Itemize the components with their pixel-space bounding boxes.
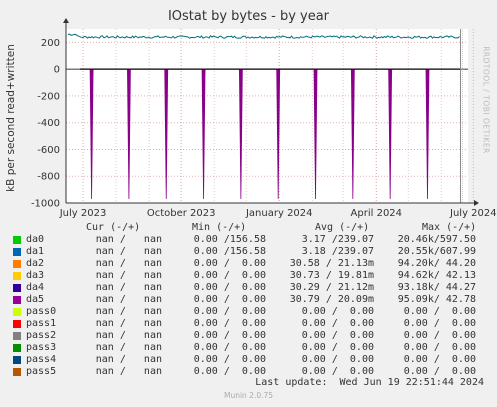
legend-row-da4: da4 nan / nan 0.00 / 0.00 30.29 / 21.12m 93.…: [0, 282, 497, 294]
legend-table: Cur (-/+) Min (-/+) Avg (-/+) Max (-/+) …: [0, 0, 497, 407]
legend-row-pass1: pass1 nan / nan 0.00 / 0.00 0.00 / 0.00 0.00…: [0, 318, 497, 330]
legend-row-da1: da1 nan / nan 0.00 /156.58 3.18 /239.07 20.5…: [0, 246, 497, 258]
legend-swatch-pass3: [13, 344, 21, 352]
legend-pass1-min: 0.00 / 0.00: [193, 318, 266, 329]
legend-swatch-pass5: [13, 368, 21, 376]
legend-da2-min: 0.00 / 0.00: [193, 258, 266, 269]
legend-pass5-max: 0.00 / 0.00: [403, 366, 476, 377]
legend-header-avg: Avg (-/+): [315, 222, 370, 233]
legend-pass1-max: 0.00 / 0.00: [403, 318, 476, 329]
legend-pass5-cur: nan / nan: [95, 366, 162, 377]
legend-pass1-avg: 0.00 / 0.00: [301, 318, 374, 329]
legend-pass4-min: 0.00 / 0.00: [193, 354, 266, 365]
legend-pass3-name: pass3: [26, 342, 57, 353]
legend-da4-max: 93.18k/ 44.27: [397, 282, 476, 293]
legend-pass0-cur: nan / nan: [95, 306, 162, 317]
legend-da3-min: 0.00 / 0.00: [193, 270, 266, 281]
legend-row-pass2: pass2 nan / nan 0.00 / 0.00 0.00 / 0.00 0.00…: [0, 330, 497, 342]
legend-da0-max: 20.46k/597.50: [397, 234, 476, 245]
legend-swatch-da5: [13, 296, 21, 304]
legend-pass3-max: 0.00 / 0.00: [403, 342, 476, 353]
legend-row-pass4: pass4 nan / nan 0.00 / 0.00 0.00 / 0.00 0.00…: [0, 354, 497, 366]
legend-pass0-min: 0.00 / 0.00: [193, 306, 266, 317]
legend-da1-avg: 3.18 /239.07: [301, 246, 374, 257]
legend-pass0-name: pass0: [26, 306, 57, 317]
legend-swatch-da0: [13, 236, 21, 244]
legend-da4-name: da4: [26, 282, 45, 293]
legend-pass2-min: 0.00 / 0.00: [193, 330, 266, 341]
legend-pass0-max: 0.00 / 0.00: [403, 306, 476, 317]
legend-header-min: Min (-/+): [192, 222, 247, 233]
legend-row-da0: da0 nan / nan 0.00 /156.58 3.17 /239.07 20.4…: [0, 234, 497, 246]
legend-pass1-name: pass1: [26, 318, 57, 329]
legend-pass2-max: 0.00 / 0.00: [403, 330, 476, 341]
legend-pass4-cur: nan / nan: [95, 354, 162, 365]
legend-pass2-avg: 0.00 / 0.00: [301, 330, 374, 341]
legend-pass3-avg: 0.00 / 0.00: [301, 342, 374, 353]
legend-pass2-name: pass2: [26, 330, 57, 341]
legend-da1-min: 0.00 /156.58: [193, 246, 266, 257]
legend-da0-name: da0: [26, 234, 45, 245]
legend-swatch-da2: [13, 260, 21, 268]
legend-pass3-cur: nan / nan: [95, 342, 162, 353]
legend-da5-avg: 30.79 / 20.09m: [289, 294, 374, 305]
legend-da5-name: da5: [26, 294, 45, 305]
legend-row-da5: da5 nan / nan 0.00 / 0.00 30.79 / 20.09m 95.…: [0, 294, 497, 306]
munin-version: Munin 2.0.75: [223, 391, 274, 400]
legend-da1-name: da1: [26, 246, 45, 257]
legend-swatch-da3: [13, 272, 21, 280]
legend-da3-avg: 30.73 / 19.81m: [289, 270, 374, 281]
legend-row-da3: da3 nan / nan 0.00 / 0.00 30.73 / 19.81m 94.…: [0, 270, 497, 282]
legend-pass3-min: 0.00 / 0.00: [193, 342, 266, 353]
legend-row-pass0: pass0 nan / nan 0.00 / 0.00 0.00 / 0.00 0.00…: [0, 306, 497, 318]
legend-pass2-cur: nan / nan: [95, 330, 162, 341]
legend-header-cur: Cur (-/+): [86, 222, 141, 233]
legend-pass4-avg: 0.00 / 0.00: [301, 354, 374, 365]
legend-da0-cur: nan / nan: [95, 234, 162, 245]
legend-da5-min: 0.00 / 0.00: [193, 294, 266, 305]
legend-da2-avg: 30.58 / 21.13m: [289, 258, 374, 269]
legend-da4-min: 0.00 / 0.00: [193, 282, 266, 293]
legend-pass1-cur: nan / nan: [95, 318, 162, 329]
legend-swatch-pass1: [13, 320, 21, 328]
legend-da3-name: da3: [26, 270, 45, 281]
legend-da3-max: 94.62k/ 42.13: [397, 270, 476, 281]
legend-da1-cur: nan / nan: [95, 246, 162, 257]
legend-da0-min: 0.00 /156.58: [193, 234, 266, 245]
legend-da3-cur: nan / nan: [95, 270, 162, 281]
legend-pass4-name: pass4: [26, 354, 57, 365]
legend-da5-cur: nan / nan: [95, 294, 162, 305]
last-update: Last update: Wed Jun 19 22:51:44 2024: [255, 377, 484, 388]
legend-da5-max: 95.09k/ 42.78: [397, 294, 476, 305]
legend-swatch-da1: [13, 248, 21, 256]
legend-swatch-pass4: [13, 356, 21, 364]
legend-da2-max: 94.20k/ 44.20: [397, 258, 476, 269]
legend-da4-avg: 30.29 / 21.12m: [289, 282, 374, 293]
legend-pass4-max: 0.00 / 0.00: [403, 354, 476, 365]
legend-pass5-avg: 0.00 / 0.00: [301, 366, 374, 377]
legend-swatch-pass0: [13, 308, 21, 316]
legend-da2-name: da2: [26, 258, 45, 269]
legend-da4-cur: nan / nan: [95, 282, 162, 293]
legend-da2-cur: nan / nan: [95, 258, 162, 269]
legend-pass5-min: 0.00 / 0.00: [193, 366, 266, 377]
legend-pass5-name: pass5: [26, 366, 57, 377]
legend-row-da2: da2 nan / nan 0.00 / 0.00 30.58 / 21.13m 94.…: [0, 258, 497, 270]
legend-header-max: Max (-/+): [422, 222, 477, 233]
legend-pass0-avg: 0.00 / 0.00: [301, 306, 374, 317]
legend-da1-max: 20.55k/607.99: [397, 246, 476, 257]
legend-row-pass3: pass3 nan / nan 0.00 / 0.00 0.00 / 0.00 0.00…: [0, 342, 497, 354]
legend-swatch-da4: [13, 284, 21, 292]
legend-swatch-pass2: [13, 332, 21, 340]
legend-da0-avg: 3.17 /239.07: [301, 234, 374, 245]
